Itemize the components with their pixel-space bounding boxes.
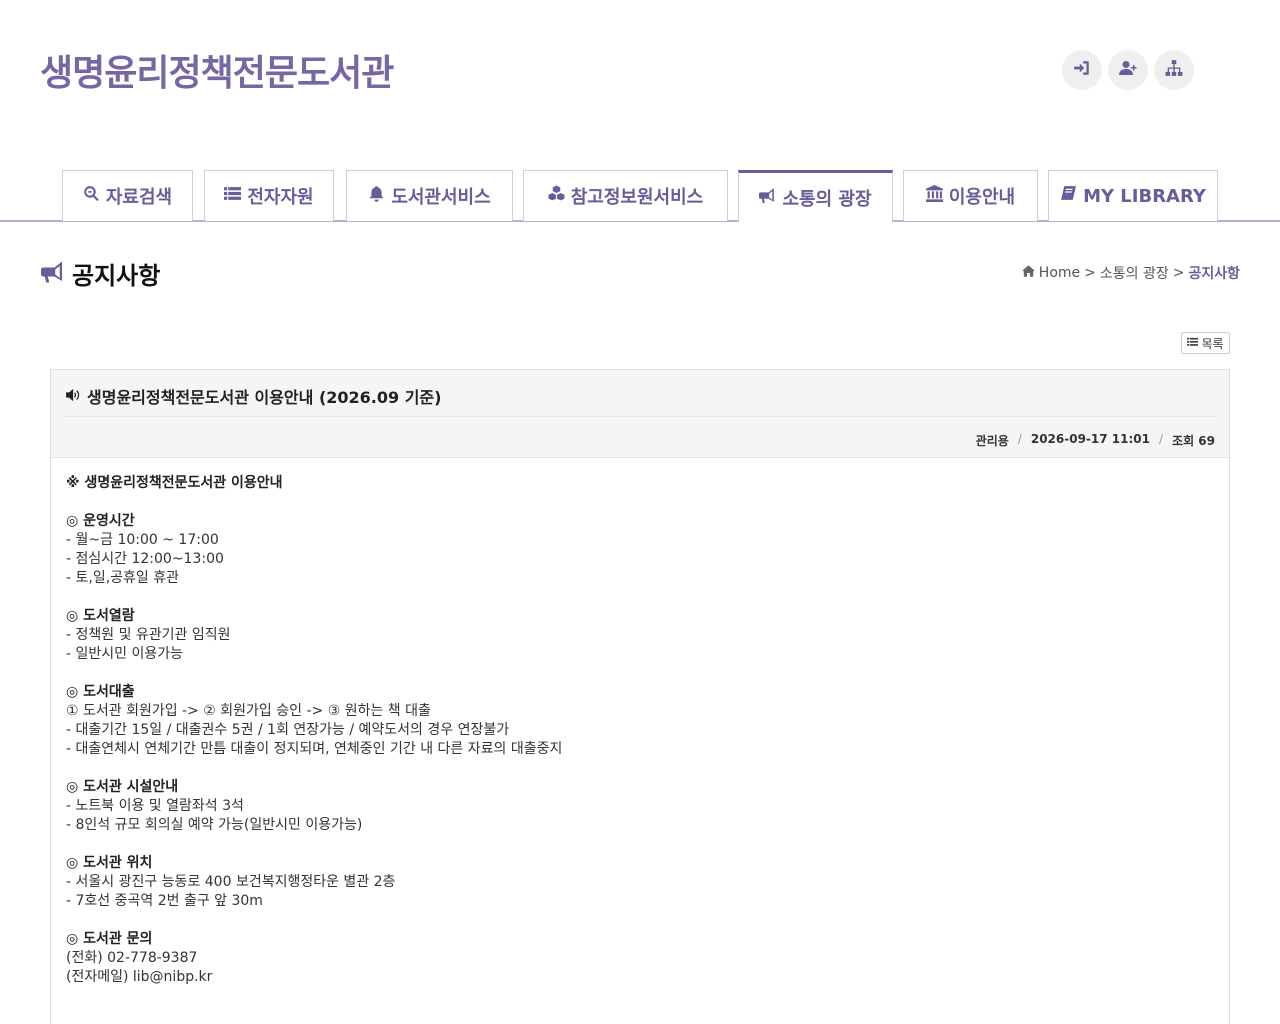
body-line: (전화) 02-778-9387 [66,950,198,966]
breadcrumb-separator: > [1172,265,1185,281]
user-plus-icon [1119,59,1137,81]
bell-icon [368,185,385,207]
list-icon [1187,336,1199,350]
body-heading: ※ 생명윤리정책전문도서관 이용안내 [66,475,283,491]
tab-label: 이용안내 [948,187,1016,208]
body-line [66,664,1214,683]
article-title: 생명윤리정책전문도서관 이용안내 (2026.09 기준) [87,388,442,407]
register-button[interactable] [1108,50,1148,90]
body-heading: ◎ 운영시간 [66,513,135,529]
article-date: 2026-09-17 11:01 [1030,432,1150,446]
body-heading: ◎ 도서관 시설안내 [66,779,179,795]
top-icon-bar [1062,50,1194,90]
tab-label: 도서관서비스 [391,187,491,208]
tab-guide[interactable]: 이용안내 [903,170,1038,221]
breadcrumb-current: 공지사항 [1188,266,1240,282]
meta-separator: / [1017,432,1022,446]
body-line [66,588,1214,607]
tab-eresources[interactable]: 전자자원 [204,170,334,221]
body-line: (전자메일) lib@nibp.kr [66,969,213,985]
login-button[interactable] [1062,50,1102,90]
body-line: - 8인석 규모 회의실 예약 가능(일반시민 이용가능) [66,817,363,833]
search-icon [83,185,100,207]
institution-icon [925,185,943,207]
tab-my-library[interactable]: MY LIBRARY [1048,170,1218,221]
cubes-icon [548,185,565,207]
main-nav: 자료검색 전자자원 도서관서비스 참고정보원서비스 소통의 광장 이용안내 MY… [0,170,1280,222]
body-line [66,493,1214,512]
body-line: ① 도서관 회원가입 -> ② 회원가입 승인 -> ③ 원하는 책 대출 [66,703,431,719]
tab-label: 전자자원 [247,187,314,208]
body-line: - 일반시민 이용가능 [66,646,183,662]
breadcrumb: Home > 소통의 광장 > 공지사항 [1021,263,1240,283]
list-button[interactable]: 목록 [1181,332,1230,354]
list-icon [224,185,242,207]
article: 생명윤리정책전문도서관 이용안내 (2026.09 기준) 관리용 / 2026… [50,369,1230,1024]
breadcrumb-separator: > [1084,265,1096,281]
tab-search[interactable]: 자료검색 [62,170,193,221]
body-line: - 서울시 광진구 능동로 400 보건복지행정타운 별관 2층 [66,874,396,890]
breadcrumb-home[interactable]: Home [1039,265,1080,281]
tab-library-services[interactable]: 도서관서비스 [346,170,513,221]
body-heading: ◎ 도서열람 [66,608,135,624]
article-header: 생명윤리정책전문도서관 이용안내 (2026.09 기준) 관리용 / 2026… [51,370,1229,458]
body-line: - 정책원 및 유관기관 임직원 [66,627,231,643]
body-line [66,759,1214,778]
article-body: ※ 생명윤리정책전문도서관 이용안내 ◎ 운영시간 - 월~금 10:00 ~ 17… [51,458,1229,1003]
page-title: 공지사항 [72,262,161,290]
article-meta: 관리용 / 2026-09-17 11:01 / 조회 69 [976,432,1215,449]
body-line: - 월~금 10:00 ~ 17:00 [66,532,219,548]
sitemap-button[interactable] [1154,50,1194,90]
book-icon [1060,185,1077,207]
body-heading: ◎ 도서관 문의 [66,931,153,947]
body-line: - 대출기간 15일 / 대출권수 5권 / 1회 연장가능 / 예약도서의 경… [66,722,510,738]
site-title[interactable]: 생명윤리정책전문도서관 [40,44,394,96]
home-icon [1021,265,1035,281]
body-line [66,835,1214,854]
list-button-label: 목록 [1201,336,1224,351]
article-views: 조회 69 [1172,434,1215,448]
article-author: 관리용 [975,434,1009,448]
body-line: - 노트북 이용 및 열람좌석 3석 [66,798,244,814]
tab-community[interactable]: 소통의 광장 [738,170,893,222]
body-line: - 토,일,공휴일 휴관 [66,570,180,586]
article-title-row: 생명윤리정책전문도서관 이용안내 (2026.09 기준) [66,384,441,408]
tab-label: 자료검색 [105,187,173,208]
login-icon [1073,59,1091,81]
breadcrumb-section[interactable]: 소통의 광장 [1100,263,1169,283]
body-line: - 7호선 중곡역 2번 출구 앞 30m [66,893,263,909]
body-line: - 점심시간 12:00~13:00 [66,551,224,567]
volume-icon [66,387,82,406]
tab-label: 참고정보원서비스 [570,187,704,208]
tab-label: MY LIBRARY [1083,185,1206,207]
bullhorn-icon [40,260,66,284]
body-heading: ◎ 도서대출 [66,684,135,700]
tab-reference-services[interactable]: 참고정보원서비스 [523,170,728,221]
bullhorn-icon [759,187,776,209]
body-line [66,911,1214,930]
body-line: - 대출연체시 연체기간 만틈 대출이 정지되며, 연체중인 기간 내 다른 자… [66,741,563,757]
header-divider [66,416,1214,417]
meta-separator: / [1158,432,1164,446]
tab-label: 소통의 광장 [782,188,872,210]
body-heading: ◎ 도서관 위치 [66,855,153,871]
sitemap-icon [1165,59,1183,81]
